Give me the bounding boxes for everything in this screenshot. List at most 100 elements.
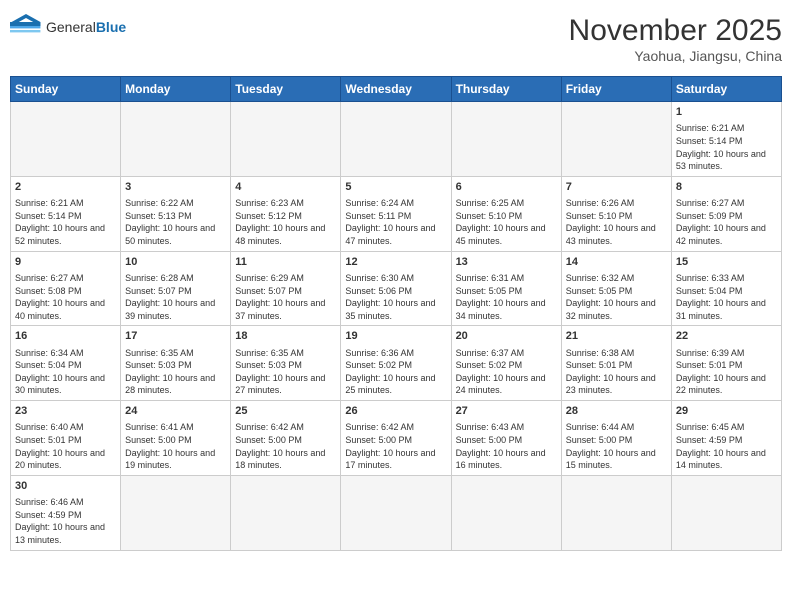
- calendar-cell: 15 Sunrise: 6:33 AM Sunset: 5:04 PM Dayli…: [671, 251, 781, 326]
- col-tuesday: Tuesday: [231, 77, 341, 102]
- calendar-cell: 26Sunrise: 6:42 AM Sunset: 5:00 PM Dayli…: [341, 401, 451, 476]
- day-number: 30: [15, 479, 116, 494]
- calendar-cell: [341, 102, 451, 177]
- day-info: Sunrise: 6:30 AM Sunset: 5:06 PM Dayligh…: [345, 272, 446, 322]
- day-info: Sunrise: 6:33 AM Sunset: 5:04 PM Dayligh…: [676, 272, 777, 322]
- calendar-cell: 14 Sunrise: 6:32 AM Sunset: 5:05 PM Dayli…: [561, 251, 671, 326]
- calendar-cell: [561, 102, 671, 177]
- logo: GeneralBlue: [10, 14, 126, 42]
- calendar-cell: 5Sunrise: 6:24 AM Sunset: 5:11 PM Daylig…: [341, 176, 451, 251]
- day-info: Sunrise: 6:41 AM Sunset: 5:00 PM Dayligh…: [125, 421, 226, 471]
- page: GeneralBlue November 2025 Yaohua, Jiangs…: [0, 0, 792, 561]
- day-number: 22: [676, 329, 777, 344]
- calendar-cell: 7 Sunrise: 6:26 AM Sunset: 5:10 PM Daylig…: [561, 176, 671, 251]
- calendar-cell: [231, 102, 341, 177]
- day-number: 1: [676, 105, 777, 120]
- day-info: Sunrise: 6:28 AM Sunset: 5:07 PM Dayligh…: [125, 272, 226, 322]
- day-info: Sunrise: 6:27 AM Sunset: 5:09 PM Dayligh…: [676, 197, 777, 247]
- logo-text: GeneralBlue: [46, 19, 126, 37]
- title-section: November 2025 Yaohua, Jiangsu, China: [569, 14, 782, 64]
- day-number: 29: [676, 404, 777, 419]
- calendar-cell: 30 Sunrise: 6:46 AM Sunset: 4:59 PM Dayli…: [11, 475, 121, 550]
- header: GeneralBlue November 2025 Yaohua, Jiangs…: [10, 10, 782, 68]
- calendar-cell: 2Sunrise: 6:21 AM Sunset: 5:14 PM Daylig…: [11, 176, 121, 251]
- day-number: 14: [566, 255, 667, 270]
- day-info: Sunrise: 6:31 AM Sunset: 5:05 PM Dayligh…: [456, 272, 557, 322]
- calendar-cell: 9Sunrise: 6:27 AM Sunset: 5:08 PM Daylig…: [11, 251, 121, 326]
- month-year: November 2025: [569, 14, 782, 48]
- calendar-cell: 20 Sunrise: 6:37 AM Sunset: 5:02 PM Dayli…: [451, 326, 561, 401]
- day-number: 25: [235, 404, 336, 419]
- calendar-cell: 17Sunrise: 6:35 AM Sunset: 5:03 PM Dayli…: [121, 326, 231, 401]
- day-number: 23: [15, 404, 116, 419]
- col-sunday: Sunday: [11, 77, 121, 102]
- day-info: Sunrise: 6:21 AM Sunset: 5:14 PM Dayligh…: [15, 197, 116, 247]
- day-info: Sunrise: 6:32 AM Sunset: 5:05 PM Dayligh…: [566, 272, 667, 322]
- calendar-cell: 8 Sunrise: 6:27 AM Sunset: 5:09 PM Daylig…: [671, 176, 781, 251]
- day-info: Sunrise: 6:44 AM Sunset: 5:00 PM Dayligh…: [566, 421, 667, 471]
- calendar-cell: [451, 102, 561, 177]
- day-info: Sunrise: 6:38 AM Sunset: 5:01 PM Dayligh…: [566, 347, 667, 397]
- day-info: Sunrise: 6:26 AM Sunset: 5:10 PM Dayligh…: [566, 197, 667, 247]
- day-info: Sunrise: 6:23 AM Sunset: 5:12 PM Dayligh…: [235, 197, 336, 247]
- calendar-cell: 24 Sunrise: 6:41 AM Sunset: 5:00 PM Dayli…: [121, 401, 231, 476]
- col-monday: Monday: [121, 77, 231, 102]
- day-number: 11: [235, 255, 336, 270]
- day-number: 19: [345, 329, 446, 344]
- day-number: 18: [235, 329, 336, 344]
- day-number: 8: [676, 180, 777, 195]
- calendar-cell: [121, 475, 231, 550]
- day-info: Sunrise: 6:34 AM Sunset: 5:04 PM Dayligh…: [15, 347, 116, 397]
- day-number: 7: [566, 180, 667, 195]
- calendar-cell: 25 Sunrise: 6:42 AM Sunset: 5:00 PM Dayli…: [231, 401, 341, 476]
- calendar-cell: [341, 475, 451, 550]
- day-number: 26: [345, 404, 446, 419]
- day-number: 3: [125, 180, 226, 195]
- day-number: 12: [345, 255, 446, 270]
- calendar-cell: 19 Sunrise: 6:36 AM Sunset: 5:02 PM Dayli…: [341, 326, 451, 401]
- day-number: 10: [125, 255, 226, 270]
- calendar-cell: [561, 475, 671, 550]
- day-info: Sunrise: 6:43 AM Sunset: 5:00 PM Dayligh…: [456, 421, 557, 471]
- location: Yaohua, Jiangsu, China: [569, 48, 782, 64]
- day-info: Sunrise: 6:42 AM Sunset: 5:00 PM Dayligh…: [235, 421, 336, 471]
- day-number: 15: [676, 255, 777, 270]
- calendar-cell: 23 Sunrise: 6:40 AM Sunset: 5:01 PM Dayli…: [11, 401, 121, 476]
- day-info: Sunrise: 6:35 AM Sunset: 5:03 PM Dayligh…: [125, 347, 226, 397]
- day-number: 28: [566, 404, 667, 419]
- day-info: Sunrise: 6:46 AM Sunset: 4:59 PM Dayligh…: [15, 496, 116, 546]
- day-number: 13: [456, 255, 557, 270]
- calendar-cell: 22Sunrise: 6:39 AM Sunset: 5:01 PM Dayli…: [671, 326, 781, 401]
- calendar: Sunday Monday Tuesday Wednesday Thursday…: [10, 76, 782, 551]
- day-number: 16: [15, 329, 116, 344]
- day-info: Sunrise: 6:21 AM Sunset: 5:14 PM Dayligh…: [676, 122, 777, 172]
- day-info: Sunrise: 6:37 AM Sunset: 5:02 PM Dayligh…: [456, 347, 557, 397]
- col-thursday: Thursday: [451, 77, 561, 102]
- day-info: Sunrise: 6:35 AM Sunset: 5:03 PM Dayligh…: [235, 347, 336, 397]
- generalblue-logo-icon: [10, 14, 42, 42]
- day-info: Sunrise: 6:29 AM Sunset: 5:07 PM Dayligh…: [235, 272, 336, 322]
- day-info: Sunrise: 6:45 AM Sunset: 4:59 PM Dayligh…: [676, 421, 777, 471]
- calendar-cell: 28 Sunrise: 6:44 AM Sunset: 5:00 PM Dayli…: [561, 401, 671, 476]
- day-number: 4: [235, 180, 336, 195]
- calendar-cell: 12 Sunrise: 6:30 AM Sunset: 5:06 PM Dayli…: [341, 251, 451, 326]
- day-number: 20: [456, 329, 557, 344]
- calendar-cell: [121, 102, 231, 177]
- calendar-cell: 6 Sunrise: 6:25 AM Sunset: 5:10 PM Daylig…: [451, 176, 561, 251]
- day-number: 27: [456, 404, 557, 419]
- calendar-cell: 16 Sunrise: 6:34 AM Sunset: 5:04 PM Dayli…: [11, 326, 121, 401]
- col-friday: Friday: [561, 77, 671, 102]
- day-info: Sunrise: 6:40 AM Sunset: 5:01 PM Dayligh…: [15, 421, 116, 471]
- calendar-cell: 27 Sunrise: 6:43 AM Sunset: 5:00 PM Dayli…: [451, 401, 561, 476]
- calendar-cell: 1 Sunrise: 6:21 AM Sunset: 5:14 PM Daylig…: [671, 102, 781, 177]
- day-info: Sunrise: 6:24 AM Sunset: 5:11 PM Dayligh…: [345, 197, 446, 247]
- day-number: 6: [456, 180, 557, 195]
- calendar-cell: 10 Sunrise: 6:28 AM Sunset: 5:07 PM Dayli…: [121, 251, 231, 326]
- day-number: 24: [125, 404, 226, 419]
- calendar-cell: [231, 475, 341, 550]
- day-info: Sunrise: 6:25 AM Sunset: 5:10 PM Dayligh…: [456, 197, 557, 247]
- day-info: Sunrise: 6:36 AM Sunset: 5:02 PM Dayligh…: [345, 347, 446, 397]
- calendar-cell: 18 Sunrise: 6:35 AM Sunset: 5:03 PM Dayli…: [231, 326, 341, 401]
- day-number: 9: [15, 255, 116, 270]
- calendar-cell: [11, 102, 121, 177]
